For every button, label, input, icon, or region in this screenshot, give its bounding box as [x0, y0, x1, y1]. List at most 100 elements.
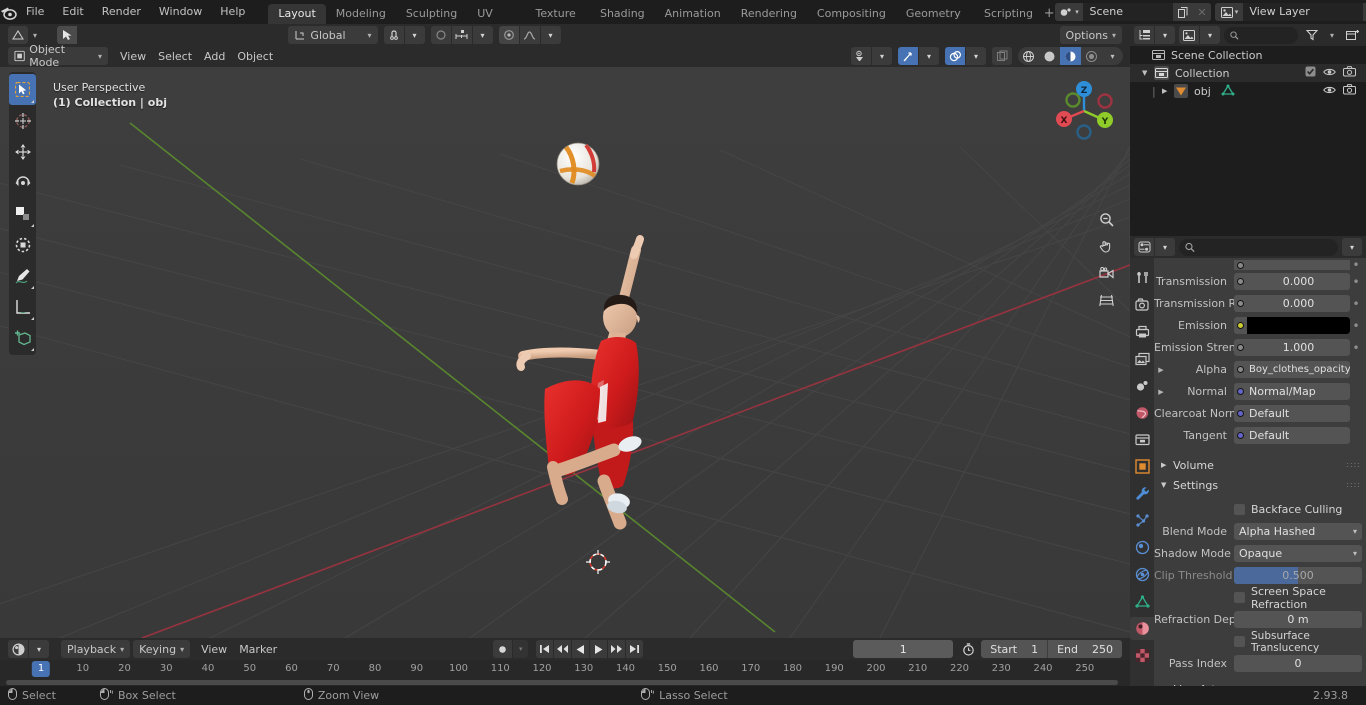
play-icon[interactable] [590, 640, 608, 658]
shading-rendered-button[interactable] [1081, 47, 1102, 65]
play-reverse-icon[interactable] [572, 640, 590, 658]
properties-search-input[interactable] [1179, 238, 1338, 256]
timeline-menu-marker[interactable]: Marker [233, 640, 283, 658]
measure-tool[interactable] [9, 291, 36, 322]
navigation-gizmo[interactable]: Z Y X [1048, 75, 1120, 147]
properties-row-transmission-roughness[interactable]: Transmission R... 0.000 • [1154, 294, 1366, 313]
mesh-data-icon[interactable] [1221, 84, 1235, 99]
gizmo-chevron-down-icon[interactable]: ▾ [919, 47, 939, 65]
current-frame-field[interactable]: 1 [853, 640, 954, 658]
properties-row-clearcoat-normal[interactable]: Clearcoat Normal Default [1154, 404, 1366, 423]
timeline-menu-keying[interactable]: Keying ▾ [133, 640, 191, 658]
shading-material-preview-button[interactable] [1060, 47, 1081, 65]
outliner-row-obj[interactable]: | ▶ obj [1130, 82, 1366, 100]
workspace-tab-texture-paint[interactable]: Texture Paint [526, 4, 590, 40]
blend-mode-dropdown[interactable]: Alpha Hashed ▾ [1234, 523, 1362, 540]
view-layer-selector[interactable]: ▾ View Layer ✕ [1215, 3, 1366, 21]
shadow-mode-dropdown[interactable]: Opaque ▾ [1234, 545, 1362, 562]
section-settings[interactable]: ▼ Settings :::: [1154, 475, 1366, 495]
add-workspace-button[interactable]: + [1043, 6, 1056, 21]
screen-space-refraction-checkbox[interactable] [1234, 592, 1245, 603]
visibility-chevron-down-icon[interactable]: ▾ [872, 47, 892, 65]
jump-to-end-icon[interactable] [626, 640, 644, 658]
workspace-tab-sculpting[interactable]: Sculpting [396, 4, 467, 24]
properties-tab-physics[interactable] [1130, 536, 1154, 559]
outliner-search-input[interactable] [1224, 26, 1298, 44]
outliner-display-mode-chevron-down-icon[interactable]: ▾ [1155, 26, 1175, 44]
properties-row-pass-index[interactable]: Pass Index 0 [1154, 654, 1366, 673]
workspace-tab-modeling[interactable]: Modeling [326, 4, 396, 24]
tool-gizmo-icon[interactable] [57, 26, 77, 44]
properties-tab-data[interactable] [1130, 590, 1154, 613]
viewport-menu-view[interactable]: View [114, 47, 152, 65]
pass-index-field[interactable]: 0 [1234, 655, 1362, 672]
transmission-roughness-animate-dot-icon[interactable]: • [1350, 298, 1362, 310]
emission-strength-field[interactable]: 1.000 [1234, 339, 1350, 356]
outliner-row-scene-collection[interactable]: Scene Collection [1130, 46, 1366, 64]
properties-tab-tool[interactable] [1130, 266, 1154, 289]
outliner-row-collection[interactable]: ▼ Collection [1130, 64, 1366, 82]
shading-wireframe-button[interactable] [1018, 47, 1039, 65]
snap-chevron-down-icon[interactable]: ▾ [404, 26, 425, 44]
properties-row-screen-space-refraction[interactable]: Screen Space Refraction [1154, 585, 1366, 611]
overlays-chevron-down-icon[interactable]: ▾ [966, 47, 986, 65]
properties-row-emission[interactable]: Emission • [1154, 316, 1366, 335]
tweak-tool[interactable] [9, 74, 36, 105]
overlays-icon[interactable] [945, 47, 965, 65]
collection-visibility-eye-icon[interactable] [1323, 67, 1336, 80]
record-chevron-down-icon[interactable]: ▾ [513, 640, 529, 658]
obj-expander-icon[interactable]: ▶ [1162, 87, 1174, 95]
workspace-tab-shading[interactable]: Shading [590, 4, 655, 24]
workspace-tab-layout[interactable]: Layout [268, 4, 326, 24]
shading-solid-button[interactable] [1039, 47, 1060, 65]
properties-row-subsurface-translucency[interactable]: Subsurface Translucency [1154, 630, 1366, 654]
alpha-expander-icon[interactable]: ▶ [1154, 366, 1168, 374]
properties-row-clip-threshold[interactable]: Clip Threshold 0.500 [1154, 566, 1366, 585]
options-dropdown[interactable]: Options ▾ [1059, 26, 1122, 44]
3d-viewport[interactable]: User Perspective (1) Collection | obj Z … [0, 67, 1130, 638]
properties-tab-material[interactable] [1130, 617, 1154, 640]
viewport-menu-select[interactable]: Select [152, 47, 198, 65]
normal-expander-icon[interactable]: ▶ [1154, 388, 1168, 396]
subsurface-translucency-checkbox[interactable] [1234, 636, 1245, 647]
add-cube-tool[interactable] [9, 322, 36, 353]
object-types-visibility-icon[interactable] [851, 47, 871, 65]
properties-row-refraction-depth[interactable]: Refraction Depth 0 m [1154, 610, 1366, 629]
timeline-playhead[interactable]: 1 [31, 661, 51, 677]
obj-render-camera-icon[interactable] [1343, 84, 1356, 98]
outliner-search-field[interactable] [1242, 28, 1292, 42]
section-line-art[interactable]: ▶ Line Art :::: [1154, 679, 1366, 687]
properties-editor-chevron-down-icon[interactable]: ▾ [1155, 238, 1175, 256]
properties-tab-world[interactable] [1130, 401, 1154, 424]
pivot-point-icon[interactable] [498, 26, 519, 44]
xray-icon[interactable] [992, 47, 1012, 65]
volume-grip-icon[interactable]: :::: [1346, 461, 1366, 469]
properties-tab-texture[interactable] [1130, 644, 1154, 667]
properties-tab-output[interactable] [1130, 320, 1154, 343]
collection-expander-icon[interactable]: ▼ [1142, 69, 1154, 77]
scene-name[interactable]: Scene [1083, 3, 1174, 21]
auto-keying-icon[interactable] [959, 640, 977, 658]
camera-view-icon[interactable] [1094, 261, 1118, 285]
section-volume[interactable]: ▶ Volume :::: [1154, 455, 1366, 475]
workspace-tab-rendering[interactable]: Rendering [731, 4, 807, 24]
transmission-roughness-field[interactable]: 0.000 [1234, 295, 1350, 312]
properties-search-field[interactable] [1199, 240, 1332, 254]
new-collection-icon[interactable] [1342, 26, 1362, 44]
properties-row-normal[interactable]: ▶ Normal Normal/Map [1154, 382, 1366, 401]
workspace-tab-animation[interactable]: Animation [655, 4, 731, 24]
move-tool[interactable] [9, 136, 36, 167]
timeline-menu-view[interactable]: View [195, 640, 233, 658]
outliner-display-mode-icon[interactable] [1134, 26, 1154, 44]
properties-row-transmission[interactable]: Transmission 0.000 • [1154, 272, 1366, 291]
normal-field[interactable]: Normal/Map [1234, 383, 1350, 400]
settings-expander-icon[interactable]: ▼ [1161, 481, 1173, 489]
outliner-filter-view-chevron-down-icon[interactable]: ▾ [1200, 26, 1220, 44]
start-frame-field[interactable]: Start 1 [981, 640, 1047, 658]
zoom-icon[interactable] [1094, 207, 1118, 231]
filter-icon[interactable] [1302, 26, 1322, 44]
smooth-falloff-icon[interactable] [519, 26, 540, 44]
settings-grip-icon[interactable]: :::: [1346, 481, 1366, 489]
transmission-animate-dot-icon[interactable]: • [1350, 276, 1362, 288]
menu-help[interactable]: Help [211, 3, 254, 21]
